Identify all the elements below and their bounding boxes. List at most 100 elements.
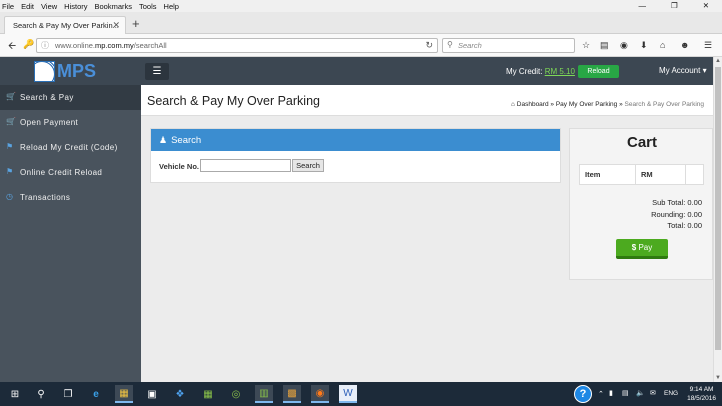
total-label: Total: bbox=[667, 221, 686, 230]
sidebar-item-label: Open Payment bbox=[20, 118, 79, 127]
pay-button[interactable]: $ Pay bbox=[616, 239, 668, 259]
credit-label: My Credit: bbox=[506, 67, 543, 76]
vehicle-no-input[interactable] bbox=[200, 159, 291, 172]
breadcrumb-current: Search & Pay Over Parking bbox=[624, 101, 704, 108]
tray-arrow-icon[interactable]: ⌃ bbox=[598, 390, 604, 398]
sidebar-item-label: Transactions bbox=[20, 193, 71, 202]
clock-date: 18/5/2016 bbox=[687, 395, 716, 402]
breadcrumb-separator-icon: » bbox=[619, 101, 623, 108]
info-icon[interactable]: ⓘ bbox=[41, 40, 49, 51]
tripadvisor-icon[interactable]: ◎ bbox=[227, 385, 245, 403]
search-panel-body: Vehicle No. Search bbox=[151, 151, 560, 184]
sub-total-row: Sub Total: 0.00 bbox=[651, 197, 702, 209]
dropbox-icon[interactable]: ❖ bbox=[171, 385, 189, 403]
menu-bookmarks[interactable]: Bookmarks bbox=[95, 2, 133, 11]
url-bar[interactable]: ⓘ www.online. mp.com.my/searchAll ↻ bbox=[36, 38, 438, 53]
new-tab-icon[interactable]: + bbox=[132, 16, 140, 31]
windows-start-icon[interactable]: ⊞ bbox=[6, 385, 24, 403]
volume-icon[interactable]: 🔈 bbox=[636, 389, 645, 397]
sidebar-item-label: Reload My Credit (Code) bbox=[20, 143, 118, 152]
page-title: Search & Pay My Over Parking bbox=[147, 94, 320, 108]
sidebar-item-open-payment[interactable]: 🛒 Open Payment bbox=[0, 110, 141, 135]
sub-total-value: 0.00 bbox=[687, 198, 702, 207]
pocket-icon[interactable]: ◉ bbox=[620, 40, 628, 51]
bookmark-star-icon[interactable]: ☆ bbox=[582, 40, 590, 51]
my-account-menu[interactable]: My Account ▾ bbox=[659, 66, 707, 75]
close-window-icon[interactable]: ✕ bbox=[703, 1, 709, 10]
browser-search-placeholder: Search bbox=[458, 41, 482, 50]
menu-history[interactable]: History bbox=[64, 2, 87, 11]
menu-help[interactable]: Help bbox=[164, 2, 179, 11]
scrollbar-thumb[interactable] bbox=[715, 67, 721, 350]
browser-tab[interactable]: Search & Pay My Over Parkin... ✕ bbox=[4, 16, 126, 34]
scroll-up-arrow-icon[interactable]: ▲ bbox=[715, 58, 721, 64]
content-header: Search & Pay My Over Parking ⌂ Dashboard… bbox=[141, 85, 713, 116]
sidebar-item-online-credit-reload[interactable]: ⚑ Online Credit Reload bbox=[0, 160, 141, 185]
sidebar-toggle-button[interactable]: ☰ bbox=[145, 63, 169, 80]
key-icon[interactable]: 🔑 bbox=[23, 39, 34, 50]
url-prefix: www.online. bbox=[55, 41, 96, 50]
cart-totals: Sub Total: 0.00 Rounding: 0.00 Total: 0.… bbox=[651, 197, 702, 232]
file-explorer-icon[interactable]: ▦ bbox=[115, 385, 133, 403]
search-icon: ⚲ bbox=[447, 40, 453, 49]
app-header: MPS ☰ My Credit: RM 5.10 Reload My Accou… bbox=[0, 57, 713, 85]
mps-logo[interactable]: MPS bbox=[34, 60, 106, 82]
sidebar-item-search-pay[interactable]: 🛒 Search & Pay bbox=[0, 85, 141, 110]
credit-display: My Credit: RM 5.10 bbox=[506, 67, 575, 76]
minimize-icon[interactable]: — bbox=[638, 1, 646, 10]
pay-label: Pay bbox=[638, 243, 653, 252]
account-label: My Account bbox=[659, 66, 701, 75]
menu-view[interactable]: View bbox=[41, 2, 57, 11]
photo-app-icon[interactable]: ▩ bbox=[283, 385, 301, 403]
chat-icon[interactable]: ☻ bbox=[680, 40, 689, 50]
scroll-down-arrow-icon[interactable]: ▼ bbox=[715, 375, 721, 381]
help-icon[interactable]: ? bbox=[574, 385, 592, 403]
menu-edit[interactable]: Edit bbox=[21, 2, 34, 11]
breadcrumb-pay-over-parking[interactable]: Pay My Over Parking bbox=[556, 101, 617, 108]
breadcrumb-dashboard[interactable]: Dashboard bbox=[517, 101, 549, 108]
app-icon-green[interactable]: ▦ bbox=[199, 385, 217, 403]
home-icon[interactable]: ⌂ bbox=[660, 40, 665, 50]
tag-icon: ⚑ bbox=[6, 142, 14, 151]
search-panel-header: ♟ Search bbox=[151, 129, 560, 151]
clock-icon: ◷ bbox=[6, 192, 14, 201]
search-panel-title: Search bbox=[171, 134, 202, 146]
caret-down-icon: ▾ bbox=[702, 66, 707, 75]
sidebar-item-reload-credit-code[interactable]: ⚑ Reload My Credit (Code) bbox=[0, 135, 141, 160]
close-tab-icon[interactable]: ✕ bbox=[112, 20, 120, 31]
network-icon[interactable]: ▤ bbox=[622, 389, 629, 397]
credit-value-link[interactable]: RM 5.10 bbox=[545, 67, 575, 76]
sidebar-item-transactions[interactable]: ◷ Transactions bbox=[0, 185, 141, 210]
reload-page-icon[interactable]: ↻ bbox=[425, 40, 433, 51]
back-arrow-icon[interactable]: 🡨 bbox=[8, 39, 16, 56]
chart-app-icon[interactable]: ▥ bbox=[255, 385, 273, 403]
store-icon[interactable]: ▣ bbox=[143, 385, 161, 403]
word-icon[interactable]: W bbox=[339, 385, 357, 403]
search-button[interactable]: Search bbox=[292, 159, 324, 172]
cart-table: Item RM bbox=[579, 164, 704, 185]
menu-file[interactable]: File bbox=[2, 2, 14, 11]
search-icon[interactable]: ⚲ bbox=[32, 385, 50, 403]
download-icon[interactable]: ⬇ bbox=[640, 40, 648, 51]
system-clock[interactable]: 9:14 AM 18/5/2016 bbox=[687, 385, 716, 403]
cart-icon: 🛒 bbox=[6, 117, 17, 126]
reload-button[interactable]: Reload bbox=[578, 65, 619, 78]
edge-browser-icon[interactable]: e bbox=[87, 385, 105, 403]
breadcrumb: ⌂ Dashboard » Pay My Over Parking » Sear… bbox=[511, 101, 704, 108]
battery-icon[interactable]: ▮ bbox=[609, 389, 613, 397]
rounding-value: 0.00 bbox=[687, 209, 702, 219]
hamburger-menu-icon[interactable]: ☰ bbox=[704, 40, 712, 51]
sidebar-item-label: Search & Pay bbox=[20, 93, 74, 102]
column-header-item: Item bbox=[579, 164, 636, 185]
notification-icon[interactable]: ✉ bbox=[650, 389, 656, 397]
task-view-icon[interactable]: ❐ bbox=[59, 385, 77, 403]
language-indicator[interactable]: ENG bbox=[664, 390, 678, 397]
browser-search-bar[interactable]: ⚲ Search bbox=[442, 38, 575, 53]
sub-total-label: Sub Total: bbox=[652, 198, 686, 207]
reading-list-icon[interactable]: ▤ bbox=[600, 40, 609, 51]
page-scrollbar[interactable]: ▲ ▼ bbox=[713, 57, 722, 382]
firefox-icon[interactable]: ◉ bbox=[311, 385, 329, 403]
clock-time: 9:14 AM bbox=[689, 386, 714, 393]
menu-tools[interactable]: Tools bbox=[139, 2, 157, 11]
restore-icon[interactable]: ❐ bbox=[671, 1, 678, 10]
